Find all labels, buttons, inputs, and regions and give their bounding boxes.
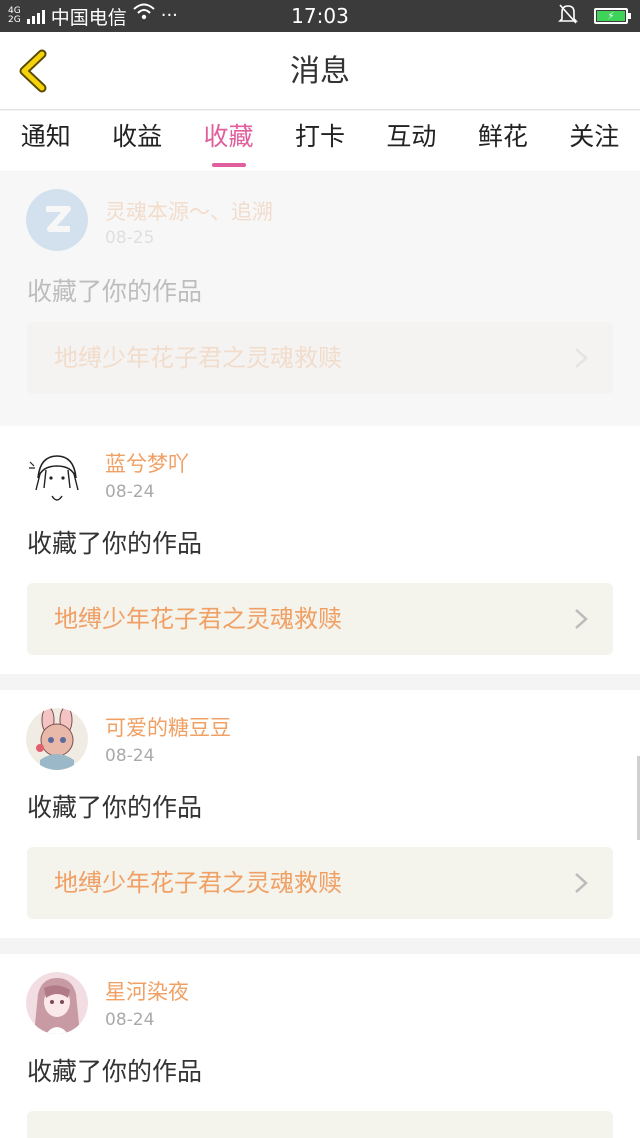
tab-flowers[interactable]: 鲜花 (457, 111, 548, 171)
work-link[interactable]: 地缚少年花子君之灵魂救赎 (27, 847, 613, 919)
chevron-right-icon (575, 348, 588, 368)
avatar-sketch-girl-icon[interactable] (26, 444, 88, 506)
chevron-right-icon (575, 873, 588, 893)
username-link[interactable]: 星河染夜 (105, 976, 189, 1006)
page-title: 消息 (290, 54, 350, 89)
username-link[interactable]: 灵魂本源～、追溯 (105, 196, 273, 226)
work-title: 地缚少年花子君之灵魂救赎 (54, 344, 342, 372)
message-action-text: 收藏了你的作品 (27, 1057, 203, 1086)
tab-checkin[interactable]: 打卡 (274, 111, 365, 171)
tab-earnings[interactable]: 收益 (91, 111, 182, 171)
tab-bar: 通知 收益 收藏 打卡 互动 鲜花 关注 (0, 111, 640, 171)
message-card: 星河染夜 08-24 收藏了你的作品 (0, 954, 640, 1138)
avatar-anime-girl-icon[interactable] (26, 972, 88, 1034)
work-title: 地缚少年花子君之灵魂救赎 (54, 869, 342, 897)
message-action-text: 收藏了你的作品 (27, 529, 203, 558)
avatar-bunny-girl-icon[interactable] (26, 708, 88, 770)
message-card: 灵魂本源～、追溯 08-25 收藏了你的作品 地缚少年花子君之灵魂救赎 (0, 172, 640, 426)
tab-notifications[interactable]: 通知 (0, 111, 91, 171)
status-bar: 4G 2G 中国电信 ··· 17:03 ⚡ (0, 0, 640, 32)
username-link[interactable]: 可爱的糖豆豆 (105, 712, 231, 742)
message-date: 08-25 (105, 228, 155, 248)
message-action-text: 收藏了你的作品 (27, 277, 203, 306)
chevron-right-icon (575, 609, 588, 629)
message-action-text: 收藏了你的作品 (27, 793, 203, 822)
default-avatar-icon[interactable] (26, 189, 88, 251)
work-title: 地缚少年花子君之灵魂救赎 (54, 605, 342, 633)
message-card: 可爱的糖豆豆 08-24 收藏了你的作品 地缚少年花子君之灵魂救赎 (0, 690, 640, 938)
header-bar: 消息 (0, 32, 640, 110)
message-date: 08-24 (105, 1010, 155, 1030)
battery-charging-icon: ⚡ (594, 8, 631, 24)
username-link[interactable]: 蓝兮梦吖 (105, 448, 189, 478)
work-link[interactable]: 地缚少年花子君之灵魂救赎 (27, 583, 613, 655)
status-time: 17:03 (291, 4, 349, 28)
tab-favorites[interactable]: 收藏 (183, 111, 274, 171)
message-date: 08-24 (105, 482, 155, 502)
work-link[interactable]: 地缚少年花子君之灵魂救赎 (27, 322, 613, 394)
work-link[interactable] (27, 1111, 613, 1138)
message-card: 蓝兮梦吖 08-24 收藏了你的作品 地缚少年花子君之灵魂救赎 (0, 426, 640, 674)
message-date: 08-24 (105, 746, 155, 766)
bell-muted-icon (558, 3, 578, 29)
tab-interaction[interactable]: 互动 (366, 111, 457, 171)
tab-follows[interactable]: 关注 (549, 111, 640, 171)
